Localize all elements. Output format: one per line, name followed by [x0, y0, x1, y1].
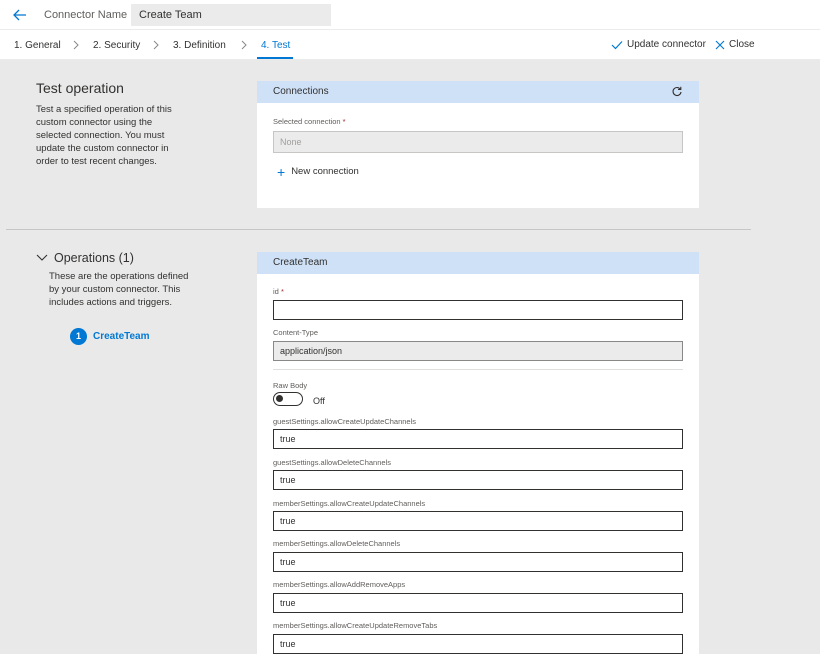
operation-item-createteam[interactable]: 1 CreateTeam: [70, 328, 150, 345]
back-arrow-icon[interactable]: [12, 7, 28, 23]
active-step-indicator: [257, 57, 293, 59]
field-label: guestSettings.allowCreateUpdateChannels: [273, 417, 417, 426]
raw-body-toggle[interactable]: [273, 392, 303, 406]
createteam-card: CreateTeam id * Content-Type application…: [257, 252, 699, 654]
raw-body-label: Raw Body: [273, 381, 308, 390]
required-mark: *: [280, 287, 284, 296]
selected-connection-label-text: Selected connection: [273, 117, 341, 126]
chevron-right-icon: [153, 40, 159, 50]
toggle-knob: [276, 395, 283, 402]
test-operation-description: Test a specified operation of this custo…: [36, 104, 172, 167]
member-allow-create-update-channels-input[interactable]: true: [273, 511, 683, 531]
field-label: memberSettings.allowDeleteChannels: [273, 539, 401, 548]
chevron-right-icon: [73, 40, 79, 50]
operations-description: These are the operations defined by your…: [49, 271, 189, 308]
content-type-input[interactable]: application/json: [273, 341, 683, 361]
connector-name-label: Connector Name: [44, 9, 128, 21]
guest-allow-create-update-channels-input[interactable]: true: [273, 429, 683, 449]
update-connector-button[interactable]: Update connector: [611, 39, 706, 50]
operations-toggle[interactable]: Operations (1): [36, 251, 134, 265]
field-label: guestSettings.allowDeleteChannels: [273, 458, 391, 467]
selected-connection-label: Selected connection *: [273, 117, 346, 126]
update-connector-label: Update connector: [627, 39, 706, 50]
close-icon: [715, 40, 725, 49]
section-divider: [6, 229, 751, 230]
operation-name: CreateTeam: [93, 331, 150, 342]
step-test[interactable]: 4. Test: [261, 40, 290, 51]
connector-name-input[interactable]: Create Team: [131, 4, 331, 26]
id-input[interactable]: [273, 300, 683, 320]
createteam-header-label: CreateTeam: [273, 257, 328, 268]
plus-icon: +: [277, 163, 286, 180]
guest-allow-delete-channels-input[interactable]: true: [273, 470, 683, 490]
step-security[interactable]: 2. Security: [93, 40, 140, 51]
connections-header-label: Connections: [273, 86, 329, 97]
field-label: memberSettings.allowAddRemoveApps: [273, 580, 406, 589]
new-connection-label: New connection: [291, 166, 359, 177]
field-separator: [273, 369, 683, 370]
step-general[interactable]: 1. General: [14, 40, 61, 51]
field-label: memberSettings.allowCreateUpdateRemoveTa…: [273, 621, 438, 630]
content-type-label: Content-Type: [273, 328, 319, 337]
step-definition[interactable]: 3. Definition: [173, 40, 226, 51]
operation-number-badge: 1: [70, 328, 87, 345]
createteam-header: CreateTeam: [257, 252, 699, 274]
id-label-text: id: [273, 287, 279, 296]
checkmark-icon: [611, 40, 623, 49]
new-connection-button[interactable]: + New connection: [277, 163, 359, 180]
id-label: id *: [273, 287, 284, 296]
raw-body-state: Off: [313, 396, 325, 406]
connections-card: Connections Selected connection * None +…: [257, 81, 699, 208]
field-label: memberSettings.allowCreateUpdateChannels: [273, 499, 426, 508]
chevron-right-icon: [241, 40, 247, 50]
close-button[interactable]: Close: [715, 39, 755, 50]
member-allow-delete-channels-input[interactable]: true: [273, 552, 683, 572]
top-bar: Connector Name Create Team: [0, 0, 820, 30]
member-allow-add-remove-apps-input[interactable]: true: [273, 593, 683, 613]
required-mark: *: [342, 117, 346, 126]
close-label: Close: [729, 39, 755, 50]
connections-header: Connections: [257, 81, 699, 103]
operations-title: Operations (1): [54, 251, 134, 265]
member-allow-create-update-remove-tabs-input[interactable]: true: [273, 634, 683, 654]
test-operation-title: Test operation: [36, 80, 124, 96]
refresh-icon[interactable]: [671, 86, 683, 98]
chevron-down-icon: [36, 254, 48, 261]
step-bar: 1. General 2. Security 3. Definition 4. …: [0, 30, 820, 60]
selected-connection-select[interactable]: None: [273, 131, 683, 153]
